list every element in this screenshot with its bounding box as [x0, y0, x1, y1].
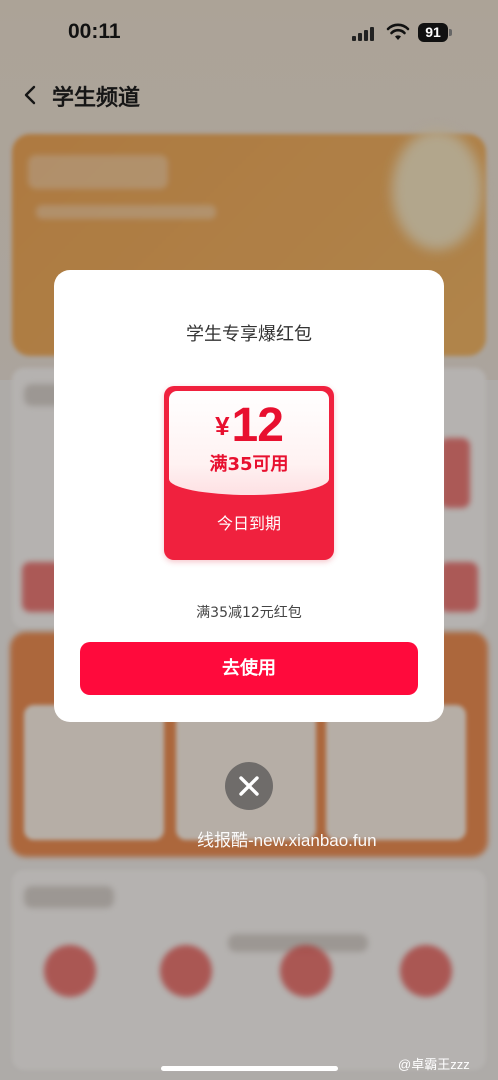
coupon-card: ¥12 满35可用 今日到期 — [164, 386, 334, 560]
cellular-signal-icon — [352, 27, 380, 41]
coupon-currency: ¥ — [215, 411, 230, 441]
battery-tip — [449, 29, 452, 36]
site-watermark: 线报酷-new.xianbao.fun — [197, 831, 377, 850]
coupon-condition: 满35可用 — [209, 454, 289, 475]
battery-icon: 91 — [418, 23, 448, 42]
coupon-amount: ¥12 — [164, 398, 334, 453]
red-packet-modal: 学生专享爆红包 ¥12 满35可用 今日到期 满35减12元红包 去使用 — [54, 270, 444, 722]
status-time: 00:11 — [68, 20, 121, 43]
close-icon — [239, 776, 259, 796]
wifi-icon — [386, 23, 410, 40]
coupon-value: 12 — [231, 399, 284, 452]
page-title: 学生频道 — [52, 86, 141, 111]
weibo-watermark: @卓霸王zzz — [398, 1057, 470, 1072]
back-arrow-icon[interactable] — [20, 84, 42, 106]
use-coupon-button[interactable]: 去使用 — [80, 642, 418, 695]
close-modal-button[interactable] — [225, 762, 273, 810]
modal-title: 学生专享爆红包 — [186, 324, 312, 345]
coupon-description: 满35减12元红包 — [196, 605, 302, 621]
home-indicator — [161, 1066, 338, 1071]
coupon-expiry: 今日到期 — [216, 514, 281, 533]
